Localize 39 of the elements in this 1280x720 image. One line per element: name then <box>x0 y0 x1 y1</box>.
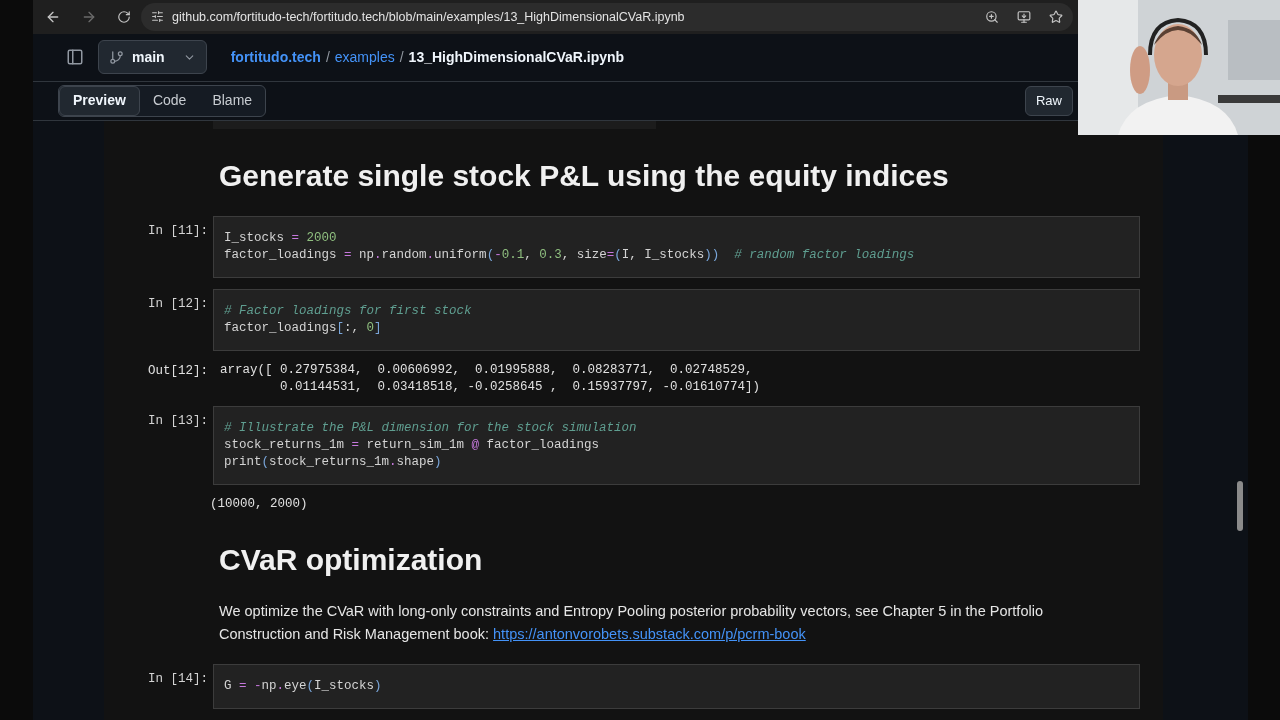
view-tab[interactable]: Blame <box>199 85 266 116</box>
path-separator: / <box>325 47 330 67</box>
output-line: (10000, 2000) <box>210 496 308 513</box>
zoom-icon[interactable] <box>985 9 999 24</box>
code-line: factor_loadings[:, 0] <box>224 320 382 337</box>
scrollbar-thumb[interactable] <box>1237 481 1243 531</box>
view-tab[interactable]: Code <box>139 85 200 116</box>
breadcrumb-link[interactable]: fortitudo.tech <box>230 46 321 68</box>
raw-button[interactable]: Raw <box>1025 85 1073 116</box>
output-line: array([ 0.27975384, 0.00606992, 0.01995888, 0.08283771, 0.02748529, <box>220 362 753 379</box>
path-separator: / <box>399 47 404 67</box>
breadcrumb-link[interactable]: examples <box>334 46 395 68</box>
file-name: 13_HighDimensionalCVaR.ipynb <box>408 47 625 67</box>
section-heading: CVaR optimization <box>219 542 483 578</box>
site-settings-icon[interactable] <box>151 10 164 24</box>
code-line: print(stock_returns_1m.shape) <box>224 454 442 471</box>
section-heading: Generate single stock P&L using the equity indices <box>219 158 949 194</box>
code-line: stock_returns_1m = return_sim_1m @ factor_loadings <box>224 437 600 454</box>
view-tab[interactable]: Preview <box>59 85 140 116</box>
branch-icon <box>109 49 124 65</box>
cell-prompt: In [13]: <box>148 414 208 428</box>
code-line: factor_loadings = np.random.uniform(-0.1, 0.3, size=(I, I_stocks)) # random factor loadings <box>224 247 915 264</box>
code-line: # Illustrate the P&L dimension for the stock simulation <box>224 420 637 437</box>
branch-button[interactable]: main <box>98 40 207 75</box>
install-icon[interactable] <box>1017 9 1031 24</box>
bookmark-icon[interactable] <box>1049 9 1063 24</box>
cell-prompt: In [11]: <box>148 224 208 238</box>
address-bar[interactable]: github.com/fortitudo-tech/fortitudo.tech/blob/main/examples/13_HighDimensionalCVaR.ipynb <box>141 2 1073 31</box>
cell-prompt: In [14]: <box>148 672 208 686</box>
paragraph: We optimize the CVaR with long-only constraints and Entropy Pooling posterior probability vectors, see Chapter 5 in the Portfolio Construction and Risk Management book: https://antonvorobets.substack.com/p/pcrm-book <box>219 602 1044 644</box>
link[interactable]: https://antonvorobets.substack.com/p/pcrm-book <box>493 626 806 642</box>
sidebar-toggle-icon[interactable] <box>66 48 84 67</box>
code-line: I_stocks = 2000 <box>224 230 337 247</box>
output-line: 0.01144531, 0.03418518, -0.0258645 , 0.15937797, -0.01610774]) <box>279 379 761 396</box>
code-line: # Factor loadings for first stock <box>224 303 472 320</box>
cell-prompt: Out[12]: <box>148 364 208 378</box>
cell-prompt: In [12]: <box>148 297 208 311</box>
reload-icon[interactable] <box>117 9 131 24</box>
code-line: G = -np.eye(I_stocks) <box>224 678 382 695</box>
